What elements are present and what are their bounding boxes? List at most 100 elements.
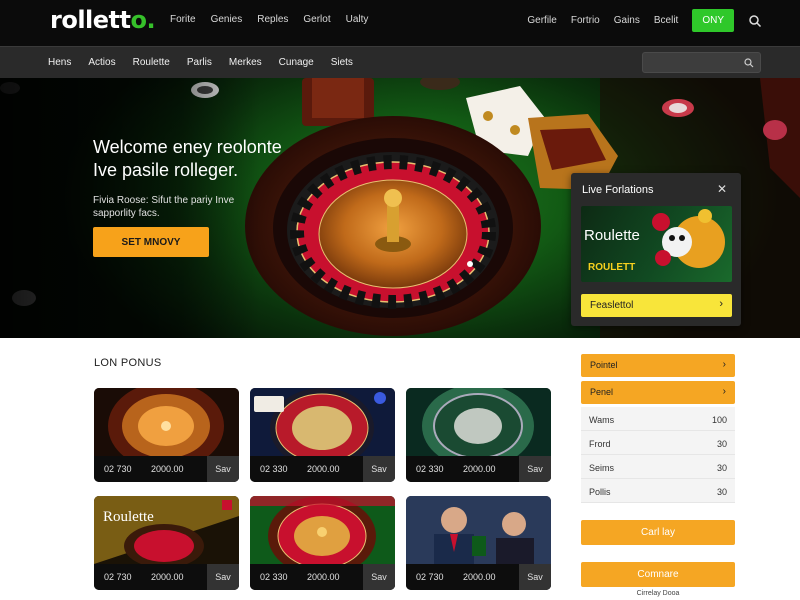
popup-banner-title: Roulette (584, 227, 640, 244)
game-card-footer: 02 330 2000.00 Sav (250, 456, 395, 482)
popup-action-label: Feaslettol (590, 300, 634, 311)
card-value-b: 2000.00 (151, 572, 184, 582)
game-card-image (250, 496, 395, 564)
hero-cta-button[interactable]: SET MNOVY (93, 227, 209, 257)
game-card[interactable]: 02 730 2000.00 Sav (406, 496, 551, 590)
game-card[interactable]: 02 330 2000.00 Sav (250, 496, 395, 590)
card-value-b: 2000.00 (463, 464, 496, 474)
subnav-item[interactable]: Siets (331, 57, 353, 68)
card-value-a: 02 330 (416, 464, 444, 474)
subnav-item[interactable]: Parlis (187, 57, 212, 68)
stats-key: Wams (589, 415, 615, 425)
card-overlay-title: Roulette (103, 509, 154, 525)
sidebar-stats-table: Wams 100 Frord 30 Seims 30 Pollis 30 (581, 407, 735, 503)
secondary-nav-items: Hens Actios Roulette Parlis Merkes Cunag… (48, 57, 353, 68)
sidebar-button[interactable]: Penel › (581, 381, 735, 404)
game-card-footer: 02 330 2000.00 Sav (250, 564, 395, 590)
card-action[interactable]: Sav (519, 456, 551, 482)
card-value-b: 2000.00 (151, 464, 184, 474)
card-value-b: 2000.00 (307, 464, 340, 474)
stats-value: 30 (716, 487, 727, 497)
card-action[interactable]: Sav (519, 564, 551, 590)
subnav-item[interactable]: Merkes (229, 57, 262, 68)
top-bar: rolletto. Forite Genies Reples Gerlot Ua… (0, 0, 800, 46)
section-title: LON PONUS (94, 357, 162, 369)
card-value-b: 2000.00 (307, 572, 340, 582)
hero-subtitle: Fivia Roose: Sifut the pariy Inve sappor… (93, 195, 235, 219)
live-promo-popup: Live Forlations ✕ Roulette ROULETT Feasl… (571, 173, 741, 326)
popup-banner[interactable]: Roulette ROULETT (581, 206, 732, 282)
card-value-a: 02 730 (104, 464, 132, 474)
game-card-footer: 02 730 2000.00 Sav (406, 564, 551, 590)
stats-key: Seims (589, 463, 615, 473)
stats-row: Wams 100 (581, 407, 735, 431)
top-nav: Forite Genies Reples Gerlot Ualty (170, 14, 368, 25)
search-icon[interactable] (744, 58, 754, 68)
game-card[interactable]: Roulette 02 730 2000.00 Sav (94, 496, 239, 590)
top-link[interactable]: Gains (614, 15, 640, 26)
card-value-a: 02 330 (260, 464, 288, 474)
game-card[interactable]: 02 330 2000.00 Sav (250, 388, 395, 482)
subnav-item[interactable]: Hens (48, 57, 71, 68)
sidebar-button-label: Pointel (590, 360, 618, 370)
stats-value: 30 (716, 439, 727, 449)
chevron-right-icon: › (722, 386, 726, 397)
sidebar-button[interactable]: Pointel › (581, 354, 735, 377)
subnav-item[interactable]: Cunage (279, 57, 314, 68)
top-link[interactable]: Gerfile (527, 15, 556, 26)
top-nav-item[interactable]: Gerlot (303, 14, 330, 25)
sidebar-button-label: Penel (590, 387, 614, 397)
top-link[interactable]: Bcelit (654, 15, 678, 26)
card-action[interactable]: Sav (363, 456, 395, 482)
search-icon[interactable] (748, 14, 762, 28)
game-card-image (94, 496, 239, 564)
card-action[interactable]: Sav (363, 564, 395, 590)
search-box (642, 52, 761, 73)
card-value-a: 02 330 (260, 572, 288, 582)
stats-key: Pollis (589, 487, 611, 497)
card-value-b: 2000.00 (463, 572, 496, 582)
chevron-right-icon: › (719, 298, 723, 310)
logo-text: rollett (50, 6, 131, 34)
game-card-image (250, 388, 395, 456)
sidebar-cta-button[interactable]: Carl lay (581, 520, 735, 545)
game-card-image (94, 388, 239, 456)
stats-value: 30 (716, 463, 727, 473)
card-value-a: 02 730 (104, 572, 132, 582)
search-input[interactable] (647, 55, 743, 70)
game-card-footer: 02 330 2000.00 Sav (406, 456, 551, 482)
top-nav-item[interactable]: Forite (170, 14, 196, 25)
popup-action-bar[interactable]: Feaslettol › (581, 294, 732, 317)
close-icon[interactable]: ✕ (717, 182, 727, 196)
game-card[interactable]: 02 330 2000.00 Sav (406, 388, 551, 482)
stats-row: Pollis 30 (581, 479, 735, 503)
stats-row: Seims 30 (581, 455, 735, 479)
logo-accent: o. (130, 6, 156, 34)
stats-key: Frord (589, 439, 611, 449)
join-button[interactable]: ONY (692, 9, 734, 32)
top-right-links: Gerfile Fortrio Gains Bcelit ONY (527, 9, 762, 32)
sidebar-cta-button[interactable]: Comnare (581, 562, 735, 587)
top-nav-item[interactable]: Genies (211, 14, 243, 25)
game-card-image (406, 388, 551, 456)
subnav-item[interactable]: Actios (88, 57, 115, 68)
logo[interactable]: rolletto. (50, 6, 156, 34)
stats-row: Frord 30 (581, 431, 735, 455)
stats-value: 100 (711, 415, 727, 425)
chevron-right-icon: › (722, 359, 726, 370)
secondary-nav: Hens Actios Roulette Parlis Merkes Cunag… (0, 46, 800, 78)
game-card[interactable]: 02 730 2000.00 Sav (94, 388, 239, 482)
sidebar-footer-text: Cirrelay Dooa (636, 590, 680, 597)
card-value-a: 02 730 (416, 572, 444, 582)
popup-banner-subtitle: ROULETT (588, 262, 636, 273)
hero-title: Welcome eney reolonte Ive pasile rollege… (93, 137, 282, 180)
game-card-footer: 02 730 2000.00 Sav (94, 456, 239, 482)
card-action[interactable]: Sav (207, 564, 239, 590)
top-nav-item[interactable]: Reples (257, 14, 288, 25)
card-action[interactable]: Sav (207, 456, 239, 482)
game-card-image (406, 496, 551, 564)
top-nav-item[interactable]: Ualty (346, 14, 369, 25)
subnav-item[interactable]: Roulette (133, 57, 170, 68)
game-card-footer: 02 730 2000.00 Sav (94, 564, 239, 590)
top-link[interactable]: Fortrio (571, 15, 600, 26)
